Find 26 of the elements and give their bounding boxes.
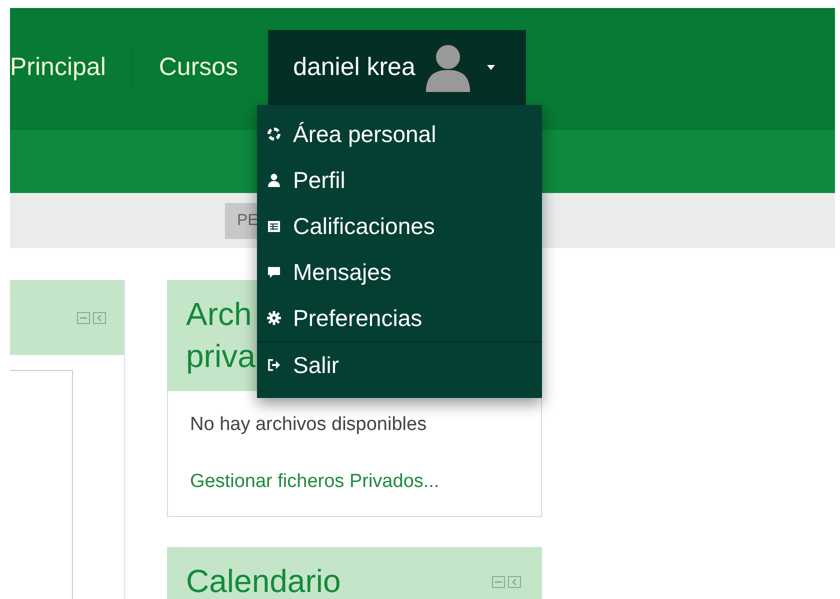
sign-out-icon — [267, 358, 281, 372]
person-icon — [267, 173, 281, 187]
block-title: Arch — [186, 295, 253, 334]
block-title: Calendario — [186, 562, 341, 599]
menu-item[interactable]: Mensajes — [257, 249, 542, 295]
nav-link[interactable]: Principal — [10, 48, 133, 88]
nav-link[interactable]: Cursos — [132, 48, 268, 88]
menu-item[interactable]: Calificaciones — [257, 203, 542, 249]
collapse-icon[interactable] — [77, 312, 90, 324]
avatar-icon — [425, 44, 472, 92]
collapse-icon[interactable] — [492, 576, 505, 588]
menu-item[interactable]: Área personal — [257, 111, 542, 157]
menu-item[interactable]: Salir — [257, 342, 542, 388]
dock-icon[interactable] — [93, 312, 106, 324]
caret-icon — [487, 65, 496, 70]
empty-message: No hay archivos disponibles — [190, 413, 428, 437]
menu-item[interactable]: Perfil — [257, 157, 542, 203]
manage-files-link[interactable]: Gestionar ficheros Privados... — [190, 468, 440, 496]
dock-icon[interactable] — [508, 576, 521, 588]
block-title: priva — [186, 337, 256, 376]
speech-bubble-icon — [267, 265, 281, 279]
menu-item[interactable]: Preferencias — [257, 295, 542, 341]
table-icon — [267, 219, 281, 233]
user-menu-button[interactable]: daniel krea — [268, 30, 526, 105]
settings-icon — [267, 311, 281, 325]
dashboard-icon — [267, 127, 281, 141]
